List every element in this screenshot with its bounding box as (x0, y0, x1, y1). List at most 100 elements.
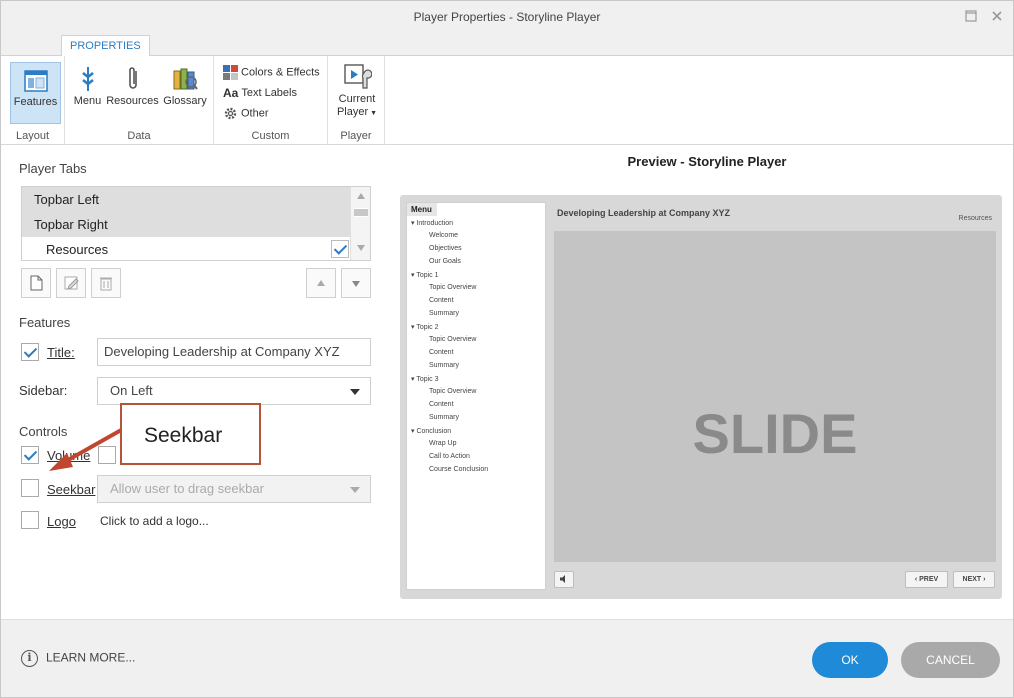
player-tabs-list: Topbar Left Topbar Right Resources (21, 186, 371, 261)
features-heading: Features (19, 315, 71, 330)
callout-arrow (49, 427, 124, 471)
seekbar-option-select[interactable]: Allow user to drag seekbar (97, 475, 371, 503)
preview-heading: Preview - Storyline Player (627, 154, 787, 169)
tabs-list-scrollbar[interactable] (350, 187, 370, 260)
close-icon[interactable] (989, 9, 1005, 25)
chevron-down-icon (350, 487, 360, 493)
preview-menu-section: ▾ Topic 2 (411, 323, 439, 331)
tab-properties[interactable]: PROPERTIES (61, 35, 150, 57)
data-group-label: Data (127, 130, 151, 142)
dropdown-arrow-icon: ▼ (368, 110, 378, 117)
preview-prev-button: ‹ PREV (905, 571, 948, 588)
player-tabs-heading: Player Tabs (19, 161, 87, 176)
preview-resources-link: Resources (958, 215, 992, 222)
colors-palette-icon (223, 65, 238, 80)
dialog-footer: i LEARN MORE... OK CANCEL (1, 619, 1013, 697)
layout-group-label: Layout (15, 130, 50, 142)
new-page-icon (30, 275, 43, 291)
preview-menu-item: Content (429, 401, 454, 408)
title-field[interactable]: Developing Leadership at Company XYZ (97, 338, 371, 366)
logo-checkbox[interactable] (21, 511, 39, 529)
colors-effects-label: Colors & Effects (241, 66, 320, 79)
seekbar-label: Seekbar (47, 482, 96, 497)
sidebar-select[interactable]: On Left (97, 377, 371, 405)
custom-group-label: Custom (251, 130, 290, 142)
seekbar-callout: Seekbar (120, 403, 261, 465)
menu-tree-icon (81, 67, 94, 91)
preview-menu-section-label: Topic 3 (416, 376, 439, 383)
features-button[interactable]: Features (10, 62, 61, 124)
preview-slide-area: SLIDE (554, 231, 996, 562)
scroll-up-icon[interactable] (357, 193, 365, 199)
learn-more-link[interactable]: i LEARN MORE... (21, 650, 135, 667)
preview-menu-item: Summary (429, 362, 459, 369)
other-button[interactable]: Other (223, 106, 269, 121)
preview-menu-section-label: Topic 1 (416, 272, 439, 279)
preview-menu-section: ▾ Conclusion (411, 427, 451, 435)
seekbar-checkbox[interactable] (21, 479, 39, 497)
resources-tab-checkbox[interactable] (331, 240, 349, 258)
menu-button[interactable]: Menu (71, 65, 104, 107)
glossary-books-icon (173, 68, 198, 90)
new-tab-button[interactable] (21, 268, 51, 298)
preview-menu-section-label: Introduction (416, 220, 454, 227)
colors-effects-button[interactable]: Colors & Effects (223, 65, 320, 80)
scroll-down-icon[interactable] (357, 245, 365, 251)
window-title: Player Properties - Storyline Player (413, 10, 601, 24)
chevron-down-icon (350, 389, 360, 395)
preview-menu-item: Content (429, 297, 454, 304)
preview-menu-item: Summary (429, 414, 459, 421)
arrow-down-icon (352, 281, 360, 287)
player-properties-dialog: Player Properties - Storyline Player PRO… (0, 0, 1014, 698)
current-player-label-2: Player (336, 106, 369, 118)
add-logo-link[interactable]: Click to add a logo... (100, 514, 209, 528)
preview-menu-item: Course Conclusion (429, 466, 489, 473)
preview-menu-item: Objectives (429, 245, 462, 252)
list-item-resources-label: Resources (46, 242, 109, 257)
resources-button[interactable]: Resources (105, 65, 160, 107)
list-item-resources[interactable]: Resources (22, 237, 351, 262)
player-wrench-icon (344, 64, 372, 89)
preview-next-label: NEXT (962, 576, 982, 583)
title-bar: Player Properties - Storyline Player (1, 1, 1013, 33)
glossary-button[interactable]: Glossary (161, 65, 209, 107)
list-item-topbar-right[interactable]: Topbar Right (22, 212, 351, 237)
current-player-button[interactable]: Current Player ▼ (332, 61, 382, 120)
trash-icon (100, 277, 112, 291)
delete-tab-button[interactable] (91, 268, 121, 298)
preview-menu-tab: Menu (407, 203, 437, 216)
preview-menu-section-label: Conclusion (416, 428, 452, 435)
preview-menu-item: Welcome (429, 232, 459, 239)
preview-menu-item: Topic Overview (429, 336, 477, 343)
learn-more-label: LEARN MORE... (46, 650, 136, 665)
preview-menu-panel: Menu ▾ Introduction Welcome Objectives Our … (406, 202, 546, 590)
preview-menu-section-label: Topic 2 (416, 324, 439, 331)
paperclip-icon (128, 67, 137, 89)
preview-menu-item: Wrap Up (429, 440, 457, 447)
title-checkbox[interactable] (21, 343, 39, 361)
title-label: Title: (47, 345, 75, 360)
cancel-button[interactable]: CANCEL (901, 642, 1000, 678)
text-labels-button[interactable]: Aa Text Labels (223, 86, 297, 100)
preview-course-title: Developing Leadership at Company XYZ (557, 208, 731, 218)
scroll-thumb[interactable] (354, 208, 368, 217)
menu-button-label: Menu (73, 95, 102, 107)
other-label: Other (241, 107, 269, 120)
volume-checkbox[interactable] (21, 446, 39, 464)
ribbon-group-player: Current Player ▼ Player (328, 56, 385, 145)
preview-menu-section: ▾ Introduction (411, 219, 453, 227)
maximize-icon[interactable] (963, 9, 979, 25)
gear-icon (224, 107, 237, 120)
preview-menu-section: ▾ Topic 3 (411, 375, 439, 383)
ok-button[interactable]: OK (812, 642, 888, 678)
edit-tab-button[interactable] (56, 268, 86, 298)
list-item-topbar-left[interactable]: Topbar Left (22, 187, 351, 212)
preview-menu-item: Topic Overview (429, 388, 477, 395)
chevron-right-icon: › (981, 576, 986, 583)
move-up-button[interactable] (306, 268, 336, 298)
edit-pencil-icon (64, 276, 79, 290)
preview-menu-item: Content (429, 349, 454, 356)
move-down-button[interactable] (341, 268, 371, 298)
resources-button-label: Resources (106, 95, 159, 107)
preview-volume-button (554, 571, 574, 588)
